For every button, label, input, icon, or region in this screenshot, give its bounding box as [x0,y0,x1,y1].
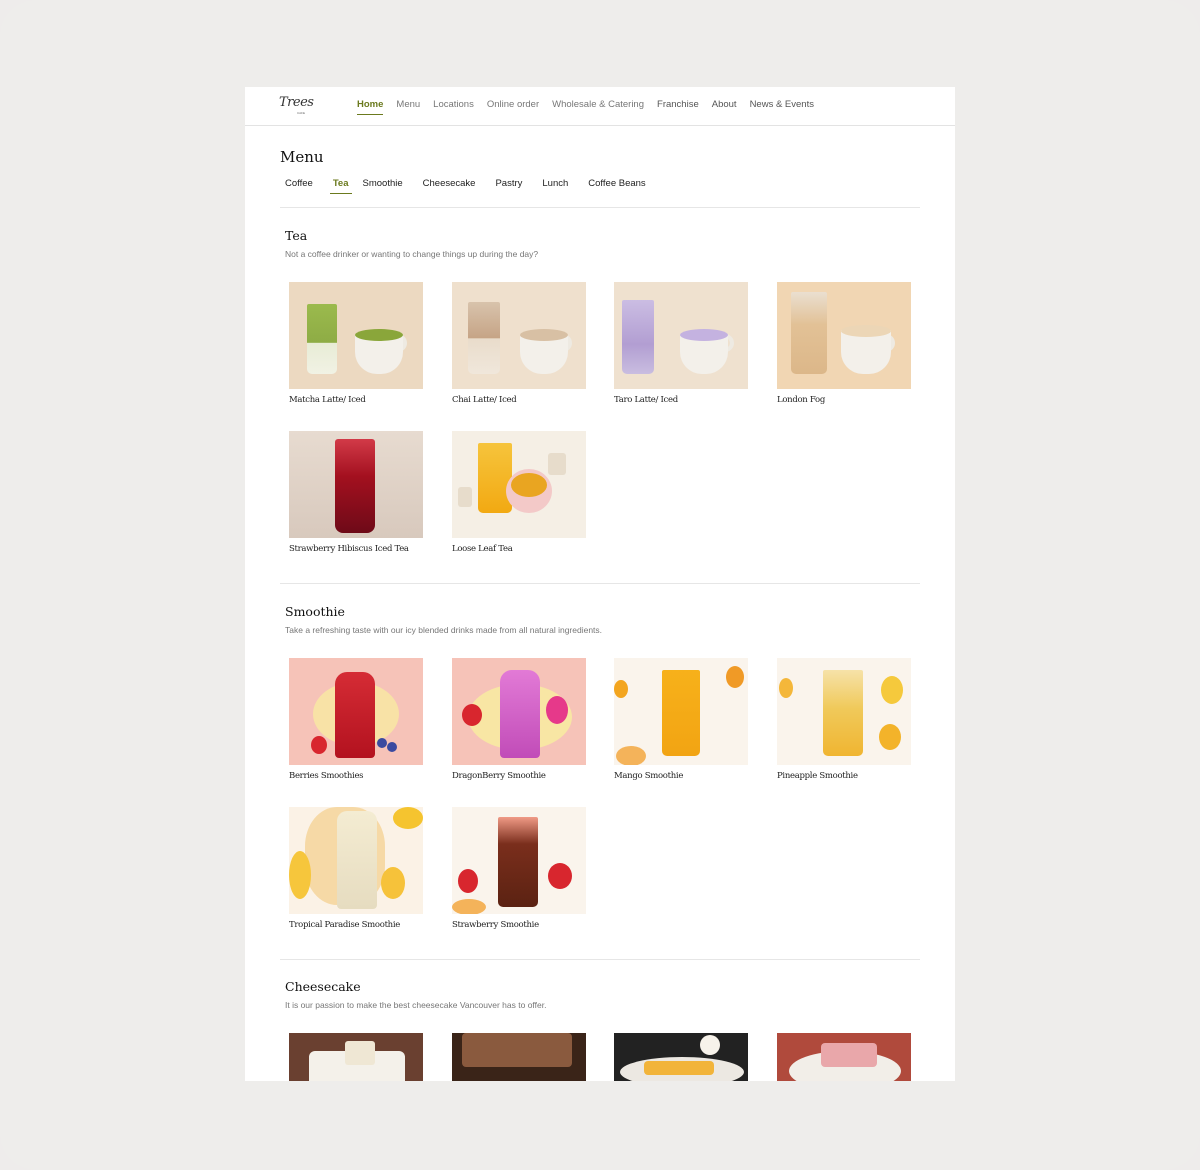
item-name: Strawberry Hibiscus Iced Tea [289,544,409,554]
tab-coffee-beans[interactable]: Coffee Beans [588,178,645,194]
menu-card-cheesecake-3[interactable] [614,1033,748,1081]
taro-latte-image [614,282,748,389]
nav-item-about[interactable]: About [712,99,737,115]
section-title-smoothie: Smoothie [285,604,345,619]
nav-links: Home Menu Locations Online order Wholesa… [357,99,827,115]
menu-category-tabs: Coffee Tea Smoothie Cheesecake Pastry Lu… [285,178,666,194]
section-desc-smoothie: Take a refreshing taste with our icy ble… [285,625,603,635]
nav-item-online-order[interactable]: Online order [487,99,539,115]
nav-item-menu[interactable]: Menu [396,99,420,115]
berries-smoothie-image [289,658,423,765]
web-page: Trees CAFE Home Menu Locations Online or… [245,87,955,1081]
menu-card-cheesecake-1[interactable] [289,1033,423,1081]
nav-item-franchise[interactable]: Franchise [657,99,699,115]
chai-latte-image [452,282,586,389]
item-name: Berries Smoothies [289,771,364,781]
london-fog-image [777,282,911,389]
tropical-paradise-smoothie-image [289,807,423,914]
menu-card-dragonberry-smoothie[interactable]: DragonBerry Smoothie [452,658,586,781]
section-title-cheesecake: Cheesecake [285,979,361,994]
menu-card-tropical-paradise-smoothie[interactable]: Tropical Paradise Smoothie [289,807,423,930]
item-name: Chai Latte/ Iced [452,395,517,405]
cheesecake-image [614,1033,748,1081]
tab-pastry[interactable]: Pastry [495,178,522,194]
menu-card-strawberry-smoothie[interactable]: Strawberry Smoothie [452,807,586,930]
cheesecake-image [289,1033,423,1081]
item-name: Loose Leaf Tea [452,544,513,554]
menu-card-london-fog[interactable]: London Fog [777,282,911,405]
tab-tea[interactable]: Tea [329,178,352,194]
strawberry-hibiscus-image [289,431,423,538]
menu-card-mango-smoothie[interactable]: Mango Smoothie [614,658,748,781]
divider [280,959,920,960]
item-name: London Fog [777,395,825,405]
cheesecake-image [452,1033,586,1081]
item-name: Tropical Paradise Smoothie [289,920,401,930]
logo-subtext: CAFE [297,111,306,115]
cheesecake-image [777,1033,911,1081]
menu-card-loose-leaf[interactable]: Loose Leaf Tea [452,431,586,554]
dragonberry-smoothie-image [452,658,586,765]
menu-card-chai[interactable]: Chai Latte/ Iced [452,282,586,405]
trees-logo[interactable]: Trees CAFE [279,95,314,119]
nav-item-home[interactable]: Home [357,99,384,115]
menu-card-strawberry-hibiscus[interactable]: Strawberry Hibiscus Iced Tea [289,431,423,554]
strawberry-smoothie-image [452,807,586,914]
divider [280,583,920,584]
menu-card-berries-smoothie[interactable]: Berries Smoothies [289,658,423,781]
nav-item-wholesale-catering[interactable]: Wholesale & Catering [552,99,644,115]
section-desc-tea: Not a coffee drinker or wanting to chang… [285,249,539,259]
matcha-latte-image [289,282,423,389]
nav-item-locations[interactable]: Locations [433,99,474,115]
tab-lunch[interactable]: Lunch [542,178,568,194]
page-title: Menu [280,148,324,166]
section-title-tea: Tea [285,228,308,243]
tab-cheesecake[interactable]: Cheesecake [423,178,476,194]
item-name: Mango Smoothie [614,771,684,781]
pineapple-smoothie-image [777,658,911,765]
nav-item-news-events[interactable]: News & Events [750,99,814,115]
top-nav: Trees CAFE Home Menu Locations Online or… [245,87,955,126]
item-name: Taro Latte/ Iced [614,395,678,405]
item-name: DragonBerry Smoothie [452,771,546,781]
menu-card-cheesecake-4[interactable] [777,1033,911,1081]
menu-card-taro[interactable]: Taro Latte/ Iced [614,282,748,405]
loose-leaf-tea-image [452,431,586,538]
mango-smoothie-image [614,658,748,765]
item-name: Matcha Latte/ Iced [289,395,366,405]
tab-smoothie[interactable]: Smoothie [363,178,403,194]
item-name: Strawberry Smoothie [452,920,539,930]
logo-wordmark: Trees [279,95,314,110]
tab-coffee[interactable]: Coffee [285,178,313,194]
menu-card-cheesecake-2[interactable] [452,1033,586,1081]
menu-card-matcha[interactable]: Matcha Latte/ Iced [289,282,423,405]
divider [280,207,920,208]
section-desc-cheesecake: It is our passion to make the best chees… [285,1000,547,1010]
menu-card-pineapple-smoothie[interactable]: Pineapple Smoothie [777,658,911,781]
item-name: Pineapple Smoothie [777,771,858,781]
